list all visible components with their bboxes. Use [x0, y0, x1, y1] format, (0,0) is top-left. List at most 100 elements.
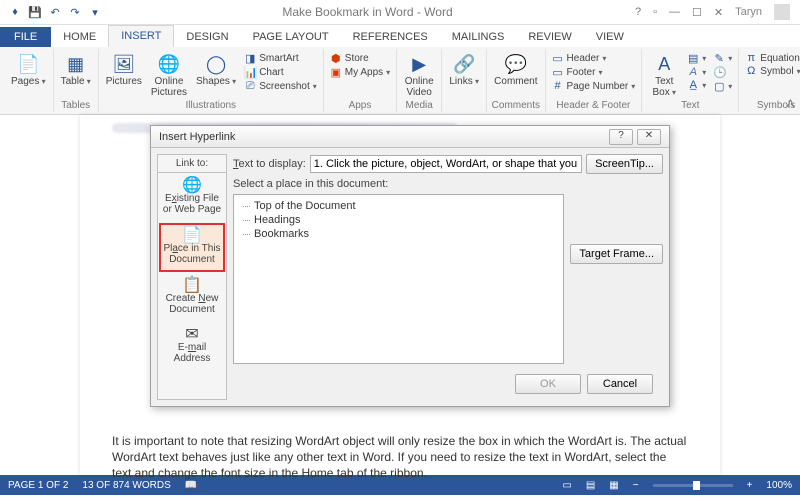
place-tree[interactable]: Top of the Document Headings Bookmarks [233, 194, 564, 364]
screenshot-icon: ⎚ [244, 80, 256, 93]
ok-button[interactable]: OK [515, 374, 581, 394]
save-icon[interactable]: 💾 [28, 5, 42, 19]
symbol-icon: Ω [745, 65, 757, 77]
header-icon: ▭ [552, 52, 564, 65]
sigline-button[interactable]: ✎ [711, 52, 734, 65]
tab-file[interactable]: FILE [0, 27, 51, 47]
tab-references[interactable]: REFERENCES [341, 27, 440, 47]
footer-icon: ▭ [552, 66, 564, 79]
tab-page-layout[interactable]: PAGE LAYOUT [241, 27, 341, 47]
nav-place-in-document[interactable]: 📄Place in ThisDocument [159, 223, 225, 272]
globe-icon: 🌐 [182, 180, 202, 191]
insert-hyperlink-dialog: Insert Hyperlink ? ✕ Link to: 🌐Existing … [150, 125, 670, 407]
dialog-titlebar[interactable]: Insert Hyperlink ? ✕ [151, 126, 669, 148]
links-icon: 🔗 [453, 53, 475, 75]
datetime-button[interactable]: 🕒 [711, 66, 734, 79]
group-text: AText Box ▤ A A̲ ✎ 🕒 ▢ Text [642, 49, 739, 112]
datetime-icon: 🕒 [713, 66, 725, 79]
myapps-icon: ▣ [330, 66, 342, 79]
ribbon-tabs: FILE HOME INSERT DESIGN PAGE LAYOUT REFE… [0, 25, 800, 47]
tree-headings[interactable]: Headings [240, 213, 557, 227]
screentip-button[interactable]: ScreenTip... [586, 154, 663, 174]
user-name[interactable]: Taryn [735, 6, 762, 18]
screenshot-button[interactable]: ⎚Screenshot [242, 80, 319, 93]
textbox-button[interactable]: AText Box [646, 52, 682, 99]
zoom-thumb[interactable] [693, 481, 700, 490]
collapse-ribbon-icon[interactable]: ᐱ [787, 99, 794, 110]
redo-icon[interactable]: ↷ [68, 5, 82, 19]
email-icon: ✉ [185, 329, 198, 340]
close-icon[interactable]: ✕ [714, 6, 723, 19]
dialog-help-icon[interactable]: ? [609, 129, 633, 145]
chart-button[interactable]: 📊Chart [242, 66, 319, 79]
pictures-button[interactable]: 🖼Pictures [103, 52, 145, 88]
tree-top-of-document[interactable]: Top of the Document [240, 199, 557, 213]
nav-create-new[interactable]: 📋Create NewDocument [159, 274, 225, 321]
text-to-display-input[interactable] [310, 155, 582, 173]
nav-existing-file[interactable]: 🌐Existing Fileor Web Page [159, 174, 225, 221]
pictures-icon: 🖼 [112, 53, 135, 75]
group-label-text: Text [681, 99, 699, 112]
qat-customize-icon[interactable]: ▾ [88, 5, 102, 19]
minimize-icon[interactable]: — [669, 6, 680, 18]
group-label-hf: Header & Footer [556, 99, 630, 112]
undo-icon[interactable]: ↶ [48, 5, 62, 19]
nav-email[interactable]: ✉E-mailAddress [159, 323, 225, 370]
body-paragraph[interactable]: It is important to note that resizing Wo… [112, 433, 688, 482]
myapps-button[interactable]: ▣My Apps [328, 66, 392, 79]
linkto-panel: Link to: 🌐Existing Fileor Web Page 📄Plac… [157, 154, 227, 400]
tab-review[interactable]: REVIEW [516, 27, 583, 47]
group-links: 🔗Links [442, 49, 487, 112]
tab-mailings[interactable]: MAILINGS [440, 27, 517, 47]
cancel-button[interactable]: Cancel [587, 374, 653, 394]
zoom-slider[interactable] [653, 484, 733, 487]
quickparts-icon: ▤ [687, 52, 699, 65]
tab-design[interactable]: DESIGN [174, 27, 240, 47]
wordart-icon: A [687, 66, 699, 78]
online-pictures-button[interactable]: 🌐Online Pictures [148, 52, 190, 99]
window-title: Make Bookmark in Word - Word [110, 5, 625, 19]
header-button[interactable]: ▭Header [550, 52, 638, 65]
object-icon: ▢ [713, 80, 725, 93]
help-icon[interactable]: ? [635, 6, 641, 18]
ribbon-options-icon[interactable]: ▫ [653, 6, 657, 18]
table-button[interactable]: ▦Table [58, 52, 94, 88]
symbol-button[interactable]: ΩSymbol [743, 65, 800, 77]
group-tables: ▦Table Tables [54, 49, 99, 112]
dropcap-button[interactable]: A̲ [685, 79, 708, 91]
store-button[interactable]: ⬢Store [328, 52, 392, 65]
maximize-icon[interactable]: ☐ [692, 6, 702, 19]
linkto-label: Link to: [158, 155, 226, 173]
zoom-in-icon[interactable]: + [747, 480, 753, 491]
page-number-button[interactable]: #Page Number [550, 80, 638, 92]
zoom-level[interactable]: 100% [766, 480, 792, 491]
target-frame-button[interactable]: Target Frame... [570, 244, 663, 264]
text-to-display-label: Text to display: [233, 158, 306, 170]
pages-button[interactable]: 📄Pages [8, 52, 49, 88]
select-place-label: Select a place in this document: [233, 178, 663, 190]
comment-button[interactable]: 💬Comment [491, 52, 540, 88]
online-video-button[interactable]: ▶Online Video [401, 52, 437, 99]
wordart-button[interactable]: A [685, 66, 708, 78]
tab-view[interactable]: VIEW [584, 27, 636, 47]
smartart-icon: ◨ [244, 52, 256, 65]
dialog-title: Insert Hyperlink [159, 131, 605, 143]
equation-button[interactable]: πEquation [743, 52, 800, 64]
shapes-button[interactable]: ◯Shapes [193, 52, 239, 88]
group-media: ▶Online Video Media [397, 49, 442, 112]
tab-insert[interactable]: INSERT [108, 25, 174, 47]
tab-home[interactable]: HOME [51, 27, 108, 47]
status-page[interactable]: PAGE 1 OF 2 [8, 480, 68, 491]
tree-bookmarks[interactable]: Bookmarks [240, 227, 557, 241]
smartart-button[interactable]: ◨SmartArt [242, 52, 319, 65]
document-area: It is important to note that resizing Wo… [0, 115, 800, 475]
word-icon: ♦ [8, 5, 22, 19]
user-avatar-icon[interactable] [774, 4, 790, 20]
quickparts-button[interactable]: ▤ [685, 52, 708, 65]
shapes-icon: ◯ [206, 53, 226, 75]
object-button[interactable]: ▢ [711, 80, 734, 93]
footer-button[interactable]: ▭Footer [550, 66, 638, 79]
dialog-close-icon[interactable]: ✕ [637, 129, 661, 145]
links-button[interactable]: 🔗Links [446, 52, 482, 88]
window-controls: ? ▫ — ☐ ✕ Taryn [625, 4, 800, 20]
